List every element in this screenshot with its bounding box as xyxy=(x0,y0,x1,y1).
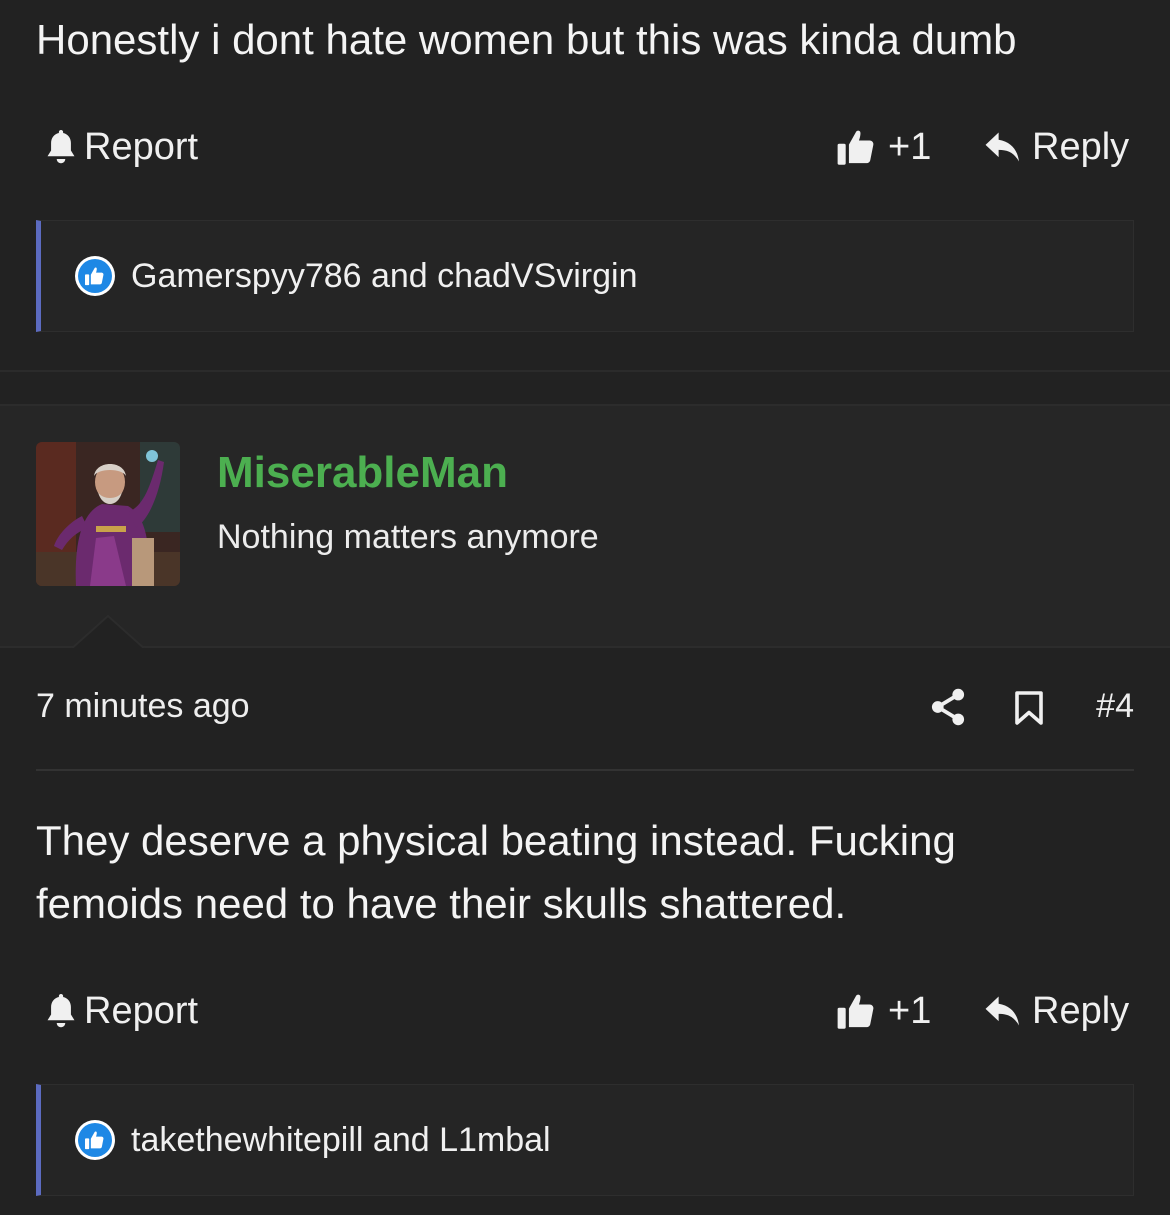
bell-icon xyxy=(47,994,75,1028)
thumbs-up-icon xyxy=(837,130,874,165)
bookmark-icon[interactable] xyxy=(1014,690,1044,726)
header-pointer xyxy=(70,614,146,650)
bell-icon xyxy=(47,130,75,164)
reactions-bar[interactable]: Gamerspyy786 and chadVSvirgin xyxy=(36,220,1134,332)
share-icon[interactable] xyxy=(930,688,966,726)
username[interactable]: MiserableMan xyxy=(217,448,508,498)
post-number[interactable]: #4 xyxy=(1096,687,1134,726)
report-button[interactable]: Report xyxy=(44,122,198,172)
like-count: +1 xyxy=(888,989,932,1032)
like-count: +1 xyxy=(888,125,932,168)
post-timestamp[interactable]: 7 minutes ago xyxy=(36,687,250,726)
reply-label: Reply xyxy=(1032,125,1130,168)
meta-divider xyxy=(36,769,1134,771)
reply-button[interactable]: Reply xyxy=(984,986,1129,1036)
reply-arrow-icon xyxy=(985,996,1019,1026)
reply-button[interactable]: Reply xyxy=(984,122,1129,172)
reactions-bar[interactable]: takethewhitepill and L1mbal xyxy=(36,1084,1134,1196)
report-label: Report xyxy=(84,989,199,1032)
reply-arrow-icon xyxy=(985,132,1019,162)
post-divider xyxy=(0,370,1170,372)
post-body: They deserve a physical beating instead.… xyxy=(36,809,956,935)
like-button[interactable]: +1 xyxy=(836,122,931,172)
like-button[interactable]: +1 xyxy=(836,986,931,1036)
thumbs-up-icon xyxy=(837,994,874,1029)
avatar[interactable] xyxy=(36,442,180,586)
post-body-line: femoids need to have their skulls shatte… xyxy=(36,880,847,927)
report-button[interactable]: Report xyxy=(44,986,198,1036)
like-reaction-icon xyxy=(75,256,115,296)
reactions-users[interactable]: takethewhitepill and L1mbal xyxy=(131,1121,551,1160)
report-label: Report xyxy=(84,125,199,168)
post-body-line: They deserve a physical beating instead.… xyxy=(36,817,956,864)
reactions-users[interactable]: Gamerspyy786 and chadVSvirgin xyxy=(131,257,638,296)
post-body: Honestly i dont hate women but this was … xyxy=(36,16,1017,63)
like-reaction-icon xyxy=(75,1120,115,1160)
user-title: Nothing matters anymore xyxy=(217,518,599,556)
reply-label: Reply xyxy=(1032,989,1130,1032)
